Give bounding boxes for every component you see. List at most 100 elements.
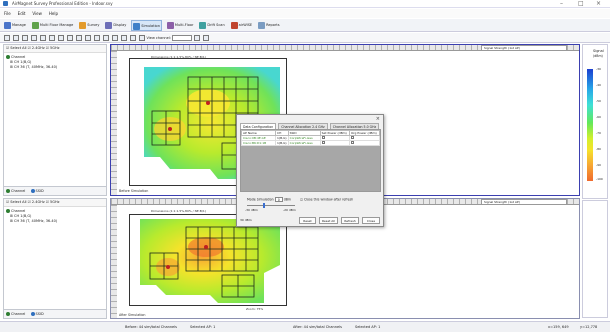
org-power-cell [349,140,380,146]
column-header[interactable]: Org Power (dBm) [349,130,380,136]
menu-view[interactable]: View [32,11,42,16]
bottom-5ghz-checkbox[interactable]: ☑ [46,200,49,204]
apply-icon[interactable] [193,35,200,41]
door-icon[interactable] [102,35,109,41]
top-tree-item[interactable]: ⊞ CH 36 (T, 40MHz, 36-40) [6,65,104,70]
top-vertical-ruler [111,51,117,195]
ssid-radio-icon[interactable] [30,312,35,316]
mode-simulation-stepper[interactable]: 0 [274,197,283,202]
top-24ghz-checkbox[interactable]: ☑ [28,46,31,50]
reports-icon [258,21,266,29]
bottom-signal-select[interactable]: Signal Strength (1st AP) [481,199,567,205]
toolbar-reports-button[interactable]: Reports [257,20,280,31]
toolbar-airwise-button[interactable]: airWISE [230,20,253,31]
toolbar-multi-floor-button[interactable]: Multi-Floor [166,20,195,31]
top-select-all-checkbox[interactable]: ☑ [6,46,9,50]
column-header[interactable]: Set Power (dBm) [319,130,351,136]
zoom-in-icon[interactable] [57,35,64,41]
org-power-checkbox[interactable] [351,141,355,144]
channel-radio-icon[interactable] [6,312,10,316]
menu-file[interactable]: File [4,11,11,16]
view-channel-select[interactable] [171,35,192,41]
close-after-refresh-checkbox[interactable]: ☑ [300,198,303,202]
maximize-icon[interactable]: □ [578,0,584,7]
ap-channel-cell: 1(B,G) [275,140,289,146]
bottom-corner-label: After Simulation [119,313,146,317]
bottom-select-all-checkbox[interactable]: ☑ [6,200,9,204]
legend-color-bar [587,69,593,181]
wall-icon[interactable] [93,35,100,41]
toolbar-manage-button[interactable]: Manage [3,20,27,31]
reset-all-button[interactable]: Reset All [319,217,338,224]
menu-bar: File Edit View Help [0,9,610,18]
legend-tick: -80 [596,147,601,151]
ruler-icon[interactable] [84,35,91,41]
top-footer-ssid[interactable]: SSID [36,189,44,193]
close-icon[interactable]: × [596,0,601,7]
top-5ghz-checkbox[interactable]: ☑ [46,46,49,50]
bottom-floor-plan-heatmap[interactable] [129,214,287,306]
set-power-cell[interactable] [319,140,351,146]
bottom-heatmap-svg [130,215,286,305]
mode-unit-label: dBm [283,197,292,202]
reset-button[interactable]: Reset [299,217,316,224]
bottom-24ghz-checkbox[interactable]: ☑ [28,200,31,204]
bottom-tree-item[interactable]: ⊞ CH 36 (T, 40MHz, 36-40) [6,219,104,224]
org-power-checkbox[interactable] [351,136,355,139]
toolbar-multi-floor-manage-button[interactable]: Multi Floor Manage [31,20,74,31]
ap-marker-icon [166,265,170,269]
slider-max-label: 30 dBm [240,218,252,222]
undo-icon[interactable] [21,35,28,41]
top-footer-channel[interactable]: Channel [11,189,25,193]
status-before: Before: 44 sim/total Channels [125,325,177,329]
top-tree-item-label: CH 1(B,G) [14,60,32,64]
dialog-close-button[interactable]: Close [362,217,380,224]
table-row[interactable]: Cisco:B6:D1:1B 1(B,G) CorpWireFi-less [241,140,380,146]
bottom-footer-ssid[interactable]: SSID [36,312,44,316]
redo-icon[interactable] [30,35,37,41]
ap-ssid-cell: CorpWireFi-less [287,140,321,146]
simulation-icon [133,22,141,30]
mode-simulation-label: Mode Simulation [247,197,274,202]
top-select-all-label: Select All [10,46,27,50]
set-power-checkbox[interactable] [321,136,325,139]
refresh-button[interactable]: Refresh [341,217,359,224]
zoom-out-icon[interactable] [66,35,73,41]
toolbar-display-button[interactable]: Display [104,20,127,31]
bottom-channel-tree: Channel ⊞ CH 1(B,G) ⊞ CH 36 (T, 40MHz, 3… [4,207,106,226]
open-icon[interactable] [12,35,19,41]
save-icon[interactable] [4,35,10,41]
toolbar-simulation-button[interactable]: Simulation [131,20,162,31]
power-slider-track[interactable] [247,205,295,206]
lower-legend-area [582,200,608,318]
legend-unit: (dBm) [593,54,603,58]
menu-help[interactable]: Help [49,11,58,16]
toolbar-survey-button[interactable]: Survey [78,20,100,31]
ap-power-simulation-dialog: × Data Configuration Channel Allocation … [236,114,384,227]
bottom-scale-text: Dimensions (1:1:1.5%,80% / NE:B/1) [151,209,206,213]
grid-icon[interactable] [120,35,127,41]
top-signal-select[interactable]: Signal Strength (1st AP) [481,45,567,51]
ap-channel-cell: 1(B,G) [275,135,289,141]
bottom-footer-channel[interactable]: Channel [11,312,25,316]
ssid-radio-icon[interactable] [30,189,35,193]
bottom-sidebar-footer: Channel SSID [4,309,106,318]
select-icon[interactable] [39,35,46,41]
power-slider-thumb[interactable] [263,203,265,208]
pan-icon[interactable] [48,35,55,41]
ap-icon[interactable] [111,35,118,41]
set-power-checkbox[interactable] [321,141,325,144]
ap-marker-icon [206,101,210,105]
minimize-icon[interactable]: – [560,0,563,7]
dialog-close-icon[interactable]: × [376,116,380,122]
toolbar-drift-scan-button[interactable]: Drift Scan [198,20,225,31]
legend-tick: -40 [596,83,601,87]
menu-edit[interactable]: Edit [18,11,26,16]
channel-radio-icon[interactable] [6,189,10,193]
print-icon[interactable] [138,35,145,41]
chart-icon[interactable] [202,35,209,41]
layer-icon[interactable] [129,35,136,41]
manage-icon [4,21,11,29]
fit-icon[interactable] [75,35,82,41]
legend-tick: -70 [596,131,601,135]
